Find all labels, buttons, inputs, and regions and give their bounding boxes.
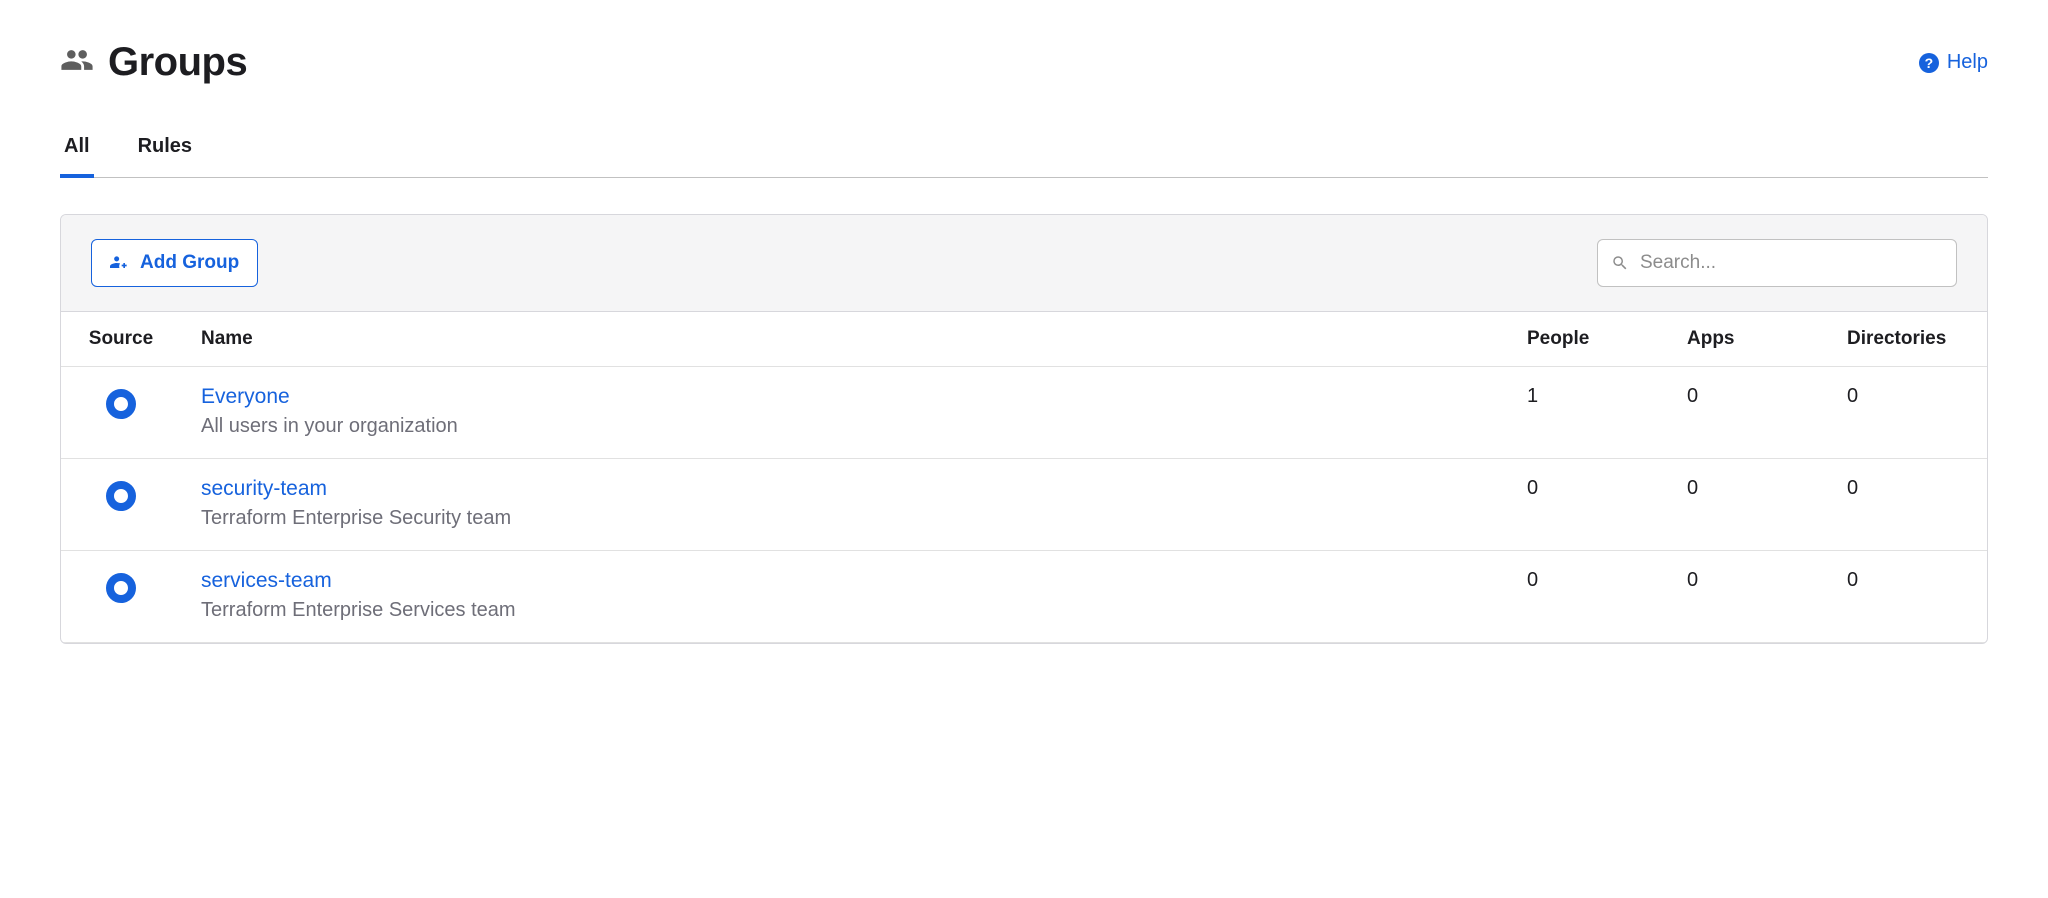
add-group-icon <box>110 253 130 273</box>
source-okta-icon <box>106 481 136 511</box>
cell-people: 1 <box>1507 367 1667 459</box>
cell-directories: 0 <box>1827 367 1987 459</box>
group-name-link[interactable]: services-team <box>201 569 1487 593</box>
table-row: services-team Terraform Enterprise Servi… <box>61 551 1987 643</box>
help-label: Help <box>1947 51 1988 74</box>
search-icon <box>1611 254 1629 272</box>
cell-directories: 0 <box>1827 551 1987 643</box>
cell-people: 0 <box>1507 459 1667 551</box>
cell-apps: 0 <box>1667 551 1827 643</box>
group-name-link[interactable]: Everyone <box>201 385 1487 409</box>
table-row: Everyone All users in your organization … <box>61 367 1987 459</box>
groups-table: Source Name People Apps Directories Ever… <box>61 312 1987 643</box>
groups-icon <box>60 43 94 82</box>
col-source: Source <box>61 312 181 367</box>
search-input[interactable] <box>1597 239 1957 287</box>
group-description: Terraform Enterprise Security team <box>201 507 1487 530</box>
cell-apps: 0 <box>1667 459 1827 551</box>
cell-people: 0 <box>1507 551 1667 643</box>
group-name-link[interactable]: security-team <box>201 477 1487 501</box>
source-okta-icon <box>106 389 136 419</box>
cell-directories: 0 <box>1827 459 1987 551</box>
tab-rules[interactable]: Rules <box>134 125 196 178</box>
toolbar: Add Group <box>61 215 1987 312</box>
page-title: Groups <box>108 40 247 85</box>
group-description: Terraform Enterprise Services team <box>201 599 1487 622</box>
groups-panel: Add Group Source Name People Apps Direct… <box>60 214 1988 644</box>
cell-apps: 0 <box>1667 367 1827 459</box>
col-people: People <box>1507 312 1667 367</box>
add-group-label: Add Group <box>140 252 239 274</box>
col-name: Name <box>181 312 1507 367</box>
table-row: security-team Terraform Enterprise Secur… <box>61 459 1987 551</box>
source-okta-icon <box>106 573 136 603</box>
help-link[interactable]: ? Help <box>1919 51 1988 74</box>
group-description: All users in your organization <box>201 415 1487 438</box>
col-directories: Directories <box>1827 312 1987 367</box>
help-icon: ? <box>1919 53 1939 73</box>
tab-all[interactable]: All <box>60 125 94 178</box>
col-apps: Apps <box>1667 312 1827 367</box>
add-group-button[interactable]: Add Group <box>91 239 258 287</box>
tabs: All Rules <box>60 125 1988 178</box>
